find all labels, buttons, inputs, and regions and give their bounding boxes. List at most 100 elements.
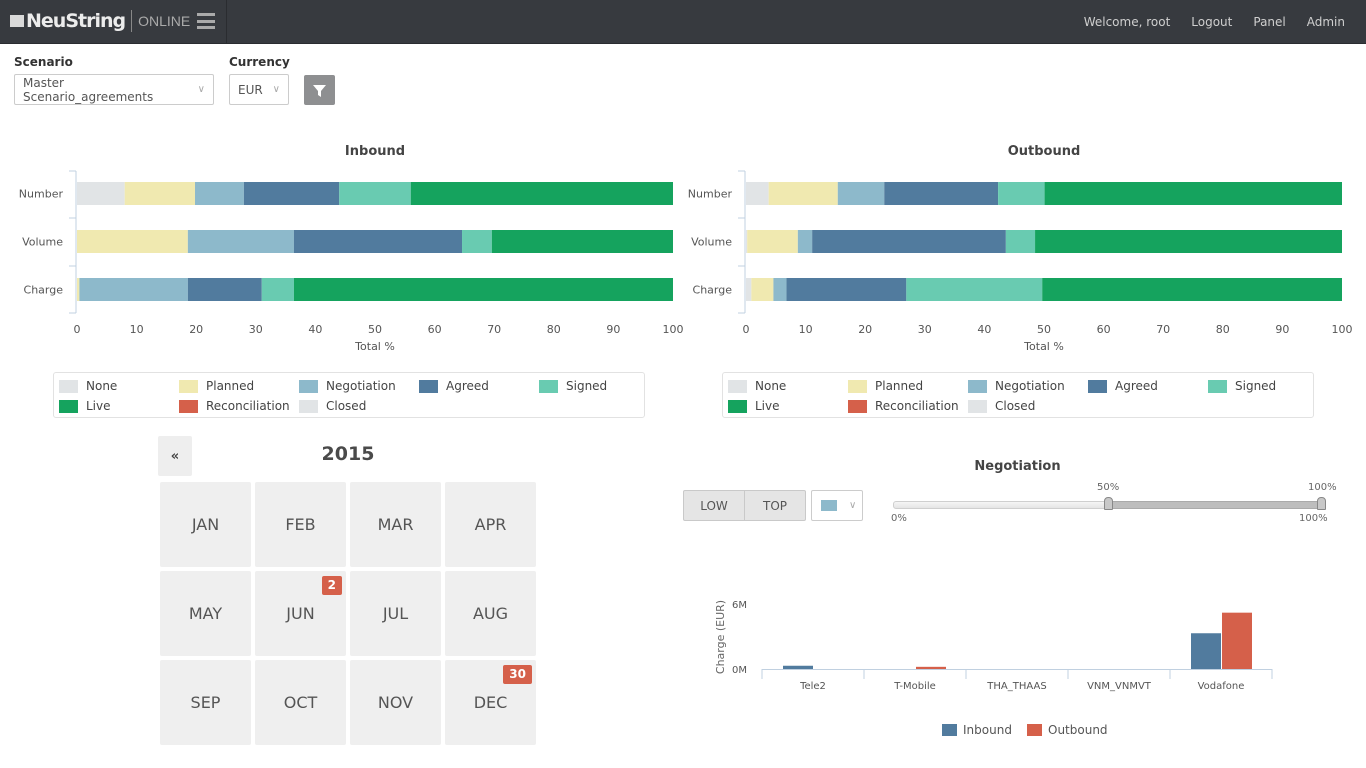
y-tick-label: 6M: [732, 600, 747, 611]
bar-segment-agreed: [187, 278, 262, 301]
x-tick-label: Vodafone: [1198, 681, 1245, 692]
month-oct[interactable]: OCT: [255, 660, 346, 745]
x-tick-label: 60: [1097, 323, 1111, 336]
x-tick-label: 20: [189, 323, 203, 336]
month-sep[interactable]: SEP: [160, 660, 251, 745]
month-jun[interactable]: JUN 2: [255, 571, 346, 656]
month-label: JAN: [191, 515, 220, 534]
month-may[interactable]: MAY: [160, 571, 251, 656]
logout-link[interactable]: Logout: [1191, 15, 1232, 29]
legend-swatch: [1088, 379, 1107, 393]
x-tick-label: Tele2: [799, 681, 826, 692]
bar-segment-live: [1035, 230, 1342, 253]
month-label: JUL: [382, 604, 409, 623]
x-tick-label: 10: [799, 323, 813, 336]
bar-segment-agreed: [293, 230, 463, 253]
bar-segment-signed: [339, 182, 411, 205]
legend-item-reconciliation[interactable]: Reconciliation: [179, 399, 290, 413]
legend-item-live[interactable]: Live: [59, 399, 111, 413]
legend-item-negotiation[interactable]: Negotiation: [299, 379, 396, 393]
slider-high-handle[interactable]: [1317, 497, 1326, 510]
category-label: Charge: [693, 284, 733, 297]
legend-item-closed[interactable]: Closed: [968, 399, 1035, 413]
bar-segment-none: [77, 182, 125, 205]
x-tick-label: 80: [1216, 323, 1230, 336]
bar-segment-agreed: [812, 230, 1006, 253]
bar-segment-none: [746, 182, 769, 205]
logo-icon: [10, 15, 24, 27]
inbound-chart: NumberVolumeCharge0 10 20 30 40 50 60 70 80 90 100…: [19, 170, 684, 353]
scenario-select[interactable]: Master Scenario_agreements ∨: [14, 74, 214, 105]
month-feb[interactable]: FEB: [255, 482, 346, 567]
x-tick-label: 90: [1275, 323, 1289, 336]
x-tick-label: 30: [249, 323, 263, 336]
legend-label: Agreed: [446, 379, 489, 393]
month-dec[interactable]: DEC 30: [445, 660, 536, 745]
legend-item-none[interactable]: None: [728, 379, 786, 393]
month-mar[interactable]: MAR: [350, 482, 441, 567]
previous-year-button[interactable]: «: [158, 436, 192, 476]
bar-outbound-vodafone: [1222, 612, 1252, 669]
filter-button[interactable]: [304, 75, 335, 105]
navbar-divider: [226, 0, 227, 44]
legend-item-none[interactable]: None: [59, 379, 117, 393]
admin-link[interactable]: Admin: [1307, 15, 1345, 29]
bar-segment-planned: [77, 230, 188, 253]
month-nov[interactable]: NOV: [350, 660, 441, 745]
legend-label: None: [86, 379, 118, 393]
status-color-select[interactable]: ∨: [811, 490, 863, 521]
menu-toggle-icon[interactable]: [197, 13, 215, 29]
bar-segment-planned: [124, 182, 196, 205]
legend-item-agreed[interactable]: Agreed: [1088, 379, 1158, 393]
outbound-swatch: [1027, 724, 1042, 736]
y-tick-label: 0M: [732, 665, 747, 676]
bar-segment-live: [491, 230, 673, 253]
top-button[interactable]: TOP: [745, 490, 806, 521]
chevron-down-icon: ∨: [849, 500, 857, 511]
slider-low-handle[interactable]: [1104, 497, 1113, 510]
calendar-year: 2015: [321, 443, 375, 465]
bar-segment-negotiation: [797, 230, 813, 253]
panel-link[interactable]: Panel: [1253, 15, 1285, 29]
brand-logo[interactable]: NeuString ONLINE: [10, 9, 190, 33]
category-label: Number: [19, 188, 64, 201]
month-apr[interactable]: APR: [445, 482, 536, 567]
legend-item-agreed[interactable]: Agreed: [419, 379, 489, 393]
slider-min-label: 0%: [891, 513, 907, 524]
low-button[interactable]: LOW: [683, 490, 745, 521]
bar-segment-live: [1044, 182, 1342, 205]
month-jul[interactable]: JUL: [350, 571, 441, 656]
legend-item-closed[interactable]: Closed: [299, 399, 366, 413]
x-tick-label: 10: [130, 323, 144, 336]
x-tick-label: 60: [428, 323, 442, 336]
legend-item-negotiation[interactable]: Negotiation: [968, 379, 1065, 393]
bar-segment-signed: [462, 230, 492, 253]
legend-outbound-label: Outbound: [1048, 723, 1108, 737]
x-tick-label: 40: [977, 323, 991, 336]
logo-divider: [131, 10, 133, 32]
y-axis-label: Charge (EUR): [714, 600, 727, 674]
filter-icon: [313, 84, 326, 97]
legend-item-signed[interactable]: Signed: [539, 379, 607, 393]
x-tick-label: VNM_VNMVT: [1087, 681, 1152, 692]
month-jan[interactable]: JAN: [160, 482, 251, 567]
legend-item-planned[interactable]: Planned: [848, 379, 923, 393]
legend-item-live[interactable]: Live: [728, 399, 780, 413]
legend-inbound[interactable]: Inbound: [942, 723, 1012, 737]
x-tick-label: T-Mobile: [893, 681, 936, 692]
bar-segment-negotiation: [195, 182, 244, 205]
legend-item-signed[interactable]: Signed: [1208, 379, 1276, 393]
slider-low-value: 50%: [1097, 482, 1120, 493]
x-tick-label: 70: [487, 323, 501, 336]
legend-label: Closed: [326, 399, 367, 413]
currency-select[interactable]: EUR ∨: [229, 74, 289, 105]
legend-item-planned[interactable]: Planned: [179, 379, 254, 393]
range-slider[interactable]: [893, 497, 1327, 510]
month-aug[interactable]: AUG: [445, 571, 536, 656]
charge-bar-chart: Charge (EUR) 0M 6M Tele2 T-Mobile THA_THAAS VN…: [714, 600, 1273, 692]
legend-item-reconciliation[interactable]: Reconciliation: [848, 399, 959, 413]
legend-outbound[interactable]: Outbound: [1027, 723, 1108, 737]
month-label: SEP: [190, 693, 221, 712]
month-label: JUN: [286, 604, 315, 623]
bar-segment-planned: [768, 182, 838, 205]
